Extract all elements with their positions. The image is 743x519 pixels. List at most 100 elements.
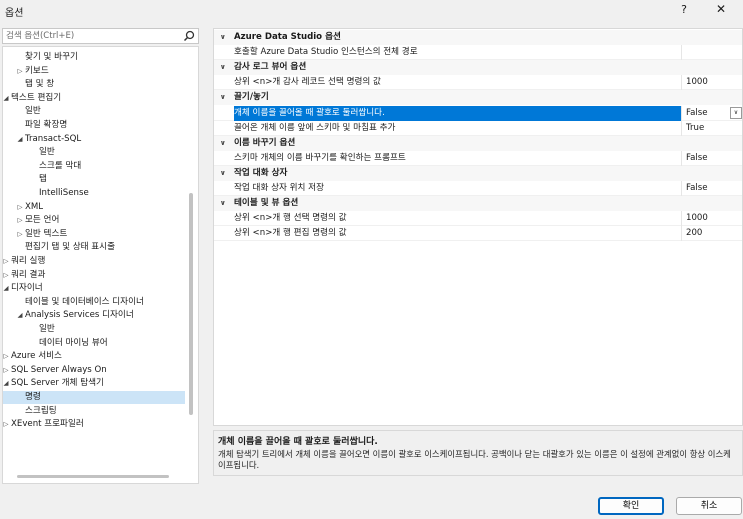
tree-item-label: Analysis Services 디자이너 (25, 310, 134, 321)
property-value[interactable]: 1000 (686, 75, 726, 89)
property-name: 상위 <n>개 감사 레코드 선택 명령의 값 (234, 75, 682, 91)
tree-item[interactable]: ◢ SQL Server 개체 탐색기 (3, 377, 185, 390)
tree-item[interactable]: 일반 (3, 323, 185, 336)
expand-arrow-icon[interactable]: ▷ (15, 214, 25, 227)
expand-arrow-icon[interactable]: ▷ (15, 228, 25, 241)
expand-arrow-icon[interactable]: ▷ (3, 255, 11, 268)
property-row[interactable]: 호출할 Azure Data Studio 인스턴스의 전체 경로 (214, 45, 742, 61)
description-text: 개체 탐색기 트리에서 개체 이름을 끌어오면 이름이 괄호로 이스케이프됩니다… (218, 449, 731, 470)
tree-item[interactable]: ▷ Azure 서비스 (3, 350, 185, 363)
tree-item[interactable]: 탭 및 창 (3, 78, 185, 91)
tree-item[interactable]: ▷ SQL Server Always On (3, 364, 185, 377)
tree-item[interactable]: 테이블 및 데이터베이스 디자이너 (3, 296, 185, 309)
category-label: 이름 바꾸기 옵션 (234, 137, 296, 148)
collapse-arrow-icon[interactable]: ◢ (3, 92, 11, 105)
help-button[interactable]: ? (676, 3, 692, 16)
tree-item[interactable]: 스크립팅 (3, 405, 185, 418)
options-tree[interactable]: 찾기 및 바꾸기 ▷ 키보드 탭 및 창 ◢ 텍스트 편집기 일반 파일 확장명 ◢ Transa… (2, 46, 199, 484)
collapse-arrow-icon[interactable]: ◢ (15, 309, 25, 322)
property-name: 개체 이름을 끌어올 때 괄호로 둘러쌉니다. (234, 105, 682, 121)
property-value[interactable]: False (686, 106, 726, 120)
tree-item[interactable]: ◢ Analysis Services 디자이너 (3, 309, 185, 322)
property-value[interactable]: 200 (686, 226, 726, 240)
expand-arrow-icon[interactable]: ▷ (15, 201, 25, 214)
tree-item[interactable]: ◢ 텍스트 편집기 (3, 92, 185, 105)
property-row[interactable]: 끌어온 개체 이름 앞에 스키마 및 마침표 추가 True (214, 120, 742, 136)
tree-item[interactable]: 탭 (3, 173, 185, 186)
expand-arrow-icon[interactable]: ▷ (15, 65, 25, 78)
tree-item-label: 키보드 (25, 65, 49, 76)
property-grid[interactable]: ∨ Azure Data Studio 옵션 호출할 Azure Data Stud… (213, 28, 743, 426)
tree-item-label: 편집기 탭 및 상태 표시줄 (25, 242, 115, 253)
property-row[interactable]: 상위 <n>개 감사 레코드 선택 명령의 값 1000 (214, 75, 742, 91)
property-value[interactable]: 1000 (686, 211, 726, 225)
expand-arrow-icon[interactable]: ▷ (3, 418, 11, 431)
search-box[interactable] (2, 28, 199, 44)
tree-item[interactable]: 찾기 및 바꾸기 (3, 51, 185, 64)
tree-item-label: 일반 (39, 147, 55, 158)
vertical-scrollbar[interactable] (189, 193, 193, 415)
category-row[interactable]: ∨ 끌기/놓기 (214, 90, 742, 106)
tree-item[interactable]: 스크롤 막대 (3, 160, 185, 173)
tree-item[interactable]: ▷ 모든 언어 (3, 214, 185, 227)
tree-item[interactable]: ◢ 디자이너 (3, 282, 185, 295)
collapse-arrow-icon[interactable]: ◢ (15, 133, 25, 146)
collapse-chevron-icon[interactable]: ∨ (220, 166, 226, 180)
property-row[interactable]: 상위 <n>개 행 편집 명령의 값 200 (214, 226, 742, 242)
tree-item[interactable]: ▷ XML (3, 201, 185, 214)
collapse-chevron-icon[interactable]: ∨ (220, 60, 226, 74)
tree-item[interactable]: ▷ 키보드 (3, 65, 185, 78)
tree-item-label: 테이블 및 데이터베이스 디자이너 (25, 296, 144, 307)
tree-item[interactable]: 데이터 마이닝 뷰어 (3, 337, 185, 350)
tree-item-label: 일반 (39, 324, 55, 334)
collapse-chevron-icon[interactable]: ∨ (220, 196, 226, 210)
horizontal-scrollbar[interactable] (17, 475, 169, 478)
tree-item[interactable]: ◢ Transact-SQL (3, 133, 185, 146)
search-input[interactable] (3, 29, 178, 43)
category-row[interactable]: ∨ Azure Data Studio 옵션 (214, 30, 742, 45)
tree-item[interactable]: IntelliSense (3, 187, 185, 200)
property-row[interactable]: 상위 <n>개 행 선택 명령의 값 1000 (214, 211, 742, 227)
collapse-chevron-icon[interactable]: ∨ (220, 30, 226, 44)
category-row[interactable]: ∨ 테이블 및 뷰 옵션 (214, 196, 742, 212)
collapse-arrow-icon[interactable]: ◢ (3, 377, 11, 390)
tree-item-label: SQL Server Always On (11, 364, 107, 375)
tree-item[interactable]: ▷ 쿼리 실행 (3, 255, 185, 268)
cancel-button[interactable]: 취소 (676, 497, 742, 515)
tree-item[interactable]: 명령 (3, 391, 185, 404)
collapse-chevron-icon[interactable]: ∨ (220, 136, 226, 150)
title-bar: 옵션 ? ✕ (0, 0, 743, 22)
category-row[interactable]: ∨ 작업 대화 상자 (214, 165, 742, 181)
category-row[interactable]: ∨ 감사 로그 뷰어 옵션 (214, 60, 742, 76)
tree-item[interactable]: 파일 확장명 (3, 119, 185, 132)
tree-item[interactable]: 일반 (3, 105, 185, 118)
tree-item-label: 쿼리 실행 (11, 256, 46, 266)
ok-button[interactable]: 확인 (598, 497, 664, 515)
property-value[interactable]: True (686, 121, 726, 135)
tree-item[interactable]: ▷ XEvent 프로파일러 (3, 418, 185, 431)
expand-arrow-icon[interactable]: ▷ (3, 350, 11, 363)
property-name: 상위 <n>개 행 편집 명령의 값 (234, 226, 682, 242)
tree-item[interactable]: 편집기 탭 및 상태 표시줄 (3, 241, 185, 254)
tree-item-label: 텍스트 편집기 (11, 92, 62, 103)
search-icon[interactable] (183, 30, 195, 42)
category-row[interactable]: ∨ 이름 바꾸기 옵션 (214, 135, 742, 151)
expand-arrow-icon[interactable]: ▷ (3, 364, 11, 377)
property-row[interactable]: 스키마 개체의 이름 바꾸기를 확인하는 프롬프트 False (214, 150, 742, 166)
collapse-arrow-icon[interactable]: ◢ (3, 282, 11, 295)
property-row[interactable]: 개체 이름을 끌어올 때 괄호로 둘러쌉니다. False ∨ (214, 105, 742, 121)
tree-item-label: 디자이너 (11, 283, 43, 294)
collapse-chevron-icon[interactable]: ∨ (220, 90, 226, 104)
property-value[interactable]: False (686, 151, 726, 165)
tree-item-label: IntelliSense (39, 188, 89, 198)
tree-item[interactable]: ▷ 쿼리 결과 (3, 269, 185, 282)
property-value[interactable]: False (686, 181, 726, 195)
property-row[interactable]: 작업 대화 상자 위치 저장 False (214, 181, 742, 196)
tree-item-label: 스크립팅 (25, 405, 57, 416)
tree-item[interactable]: 일반 (3, 146, 185, 159)
dropdown-chevron-icon[interactable]: ∨ (730, 106, 742, 119)
close-button[interactable]: ✕ (712, 2, 730, 16)
expand-arrow-icon[interactable]: ▷ (3, 269, 11, 282)
tree-item-label: Azure 서비스 (11, 351, 62, 362)
tree-item[interactable]: ▷ 일반 텍스트 (3, 228, 185, 241)
